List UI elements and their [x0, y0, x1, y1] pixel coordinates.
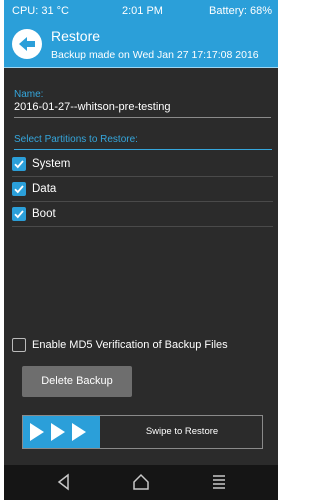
partitions-heading: Select Partitions to Restore:: [14, 134, 272, 150]
backup-date: Backup made on Wed Jan 27 17:17:08 2016: [51, 49, 259, 61]
status-bar: CPU: 31 °C 2:01 PM Battery: 68%: [4, 0, 278, 22]
battery-level: Battery: 68%: [209, 5, 272, 17]
partition-item-boot[interactable]: Boot: [12, 204, 273, 227]
name-label: Name:: [14, 89, 44, 100]
page-header: Restore Backup made on Wed Jan 27 17:17:…: [4, 22, 278, 68]
page-title: Restore: [51, 28, 101, 44]
partition-label: System: [32, 158, 71, 170]
nav-menu-icon[interactable]: [209, 473, 229, 491]
backup-name-field[interactable]: 2016-01-27--whitson-pre-testing: [14, 101, 271, 118]
navigation-bar: [4, 465, 278, 500]
recovery-screen: CPU: 31 °C 2:01 PM Battery: 68% Restore …: [4, 0, 278, 500]
back-button[interactable]: [12, 29, 42, 59]
cpu-temperature: CPU: 31 °C: [12, 5, 69, 17]
data-checkbox[interactable]: [12, 182, 26, 196]
checkmark-icon: [14, 160, 24, 169]
swipe-to-restore-slider[interactable]: Swipe to Restore: [22, 415, 263, 449]
checkmark-icon: [14, 185, 24, 194]
nav-home-icon[interactable]: [131, 473, 151, 491]
partition-item-data[interactable]: Data: [12, 179, 273, 202]
nav-back-icon[interactable]: [54, 473, 74, 491]
partition-label: Boot: [32, 208, 56, 220]
triple-arrow-icon: [30, 423, 86, 441]
checkmark-icon: [14, 210, 24, 219]
md5-label: Enable MD5 Verification of Backup Files: [32, 339, 228, 351]
md5-verification-option[interactable]: Enable MD5 Verification of Backup Files: [12, 338, 262, 356]
md5-checkbox[interactable]: [12, 338, 26, 352]
back-arrow-icon: [19, 37, 35, 51]
partition-item-system[interactable]: System: [12, 154, 273, 177]
swipe-label: Swipe to Restore: [145, 426, 219, 437]
partition-label: Data: [32, 183, 57, 195]
system-checkbox[interactable]: [12, 157, 26, 171]
boot-checkbox[interactable]: [12, 207, 26, 221]
swipe-handle[interactable]: [23, 416, 100, 448]
clock: 2:01 PM: [122, 5, 163, 17]
delete-backup-button[interactable]: Delete Backup: [22, 366, 132, 397]
